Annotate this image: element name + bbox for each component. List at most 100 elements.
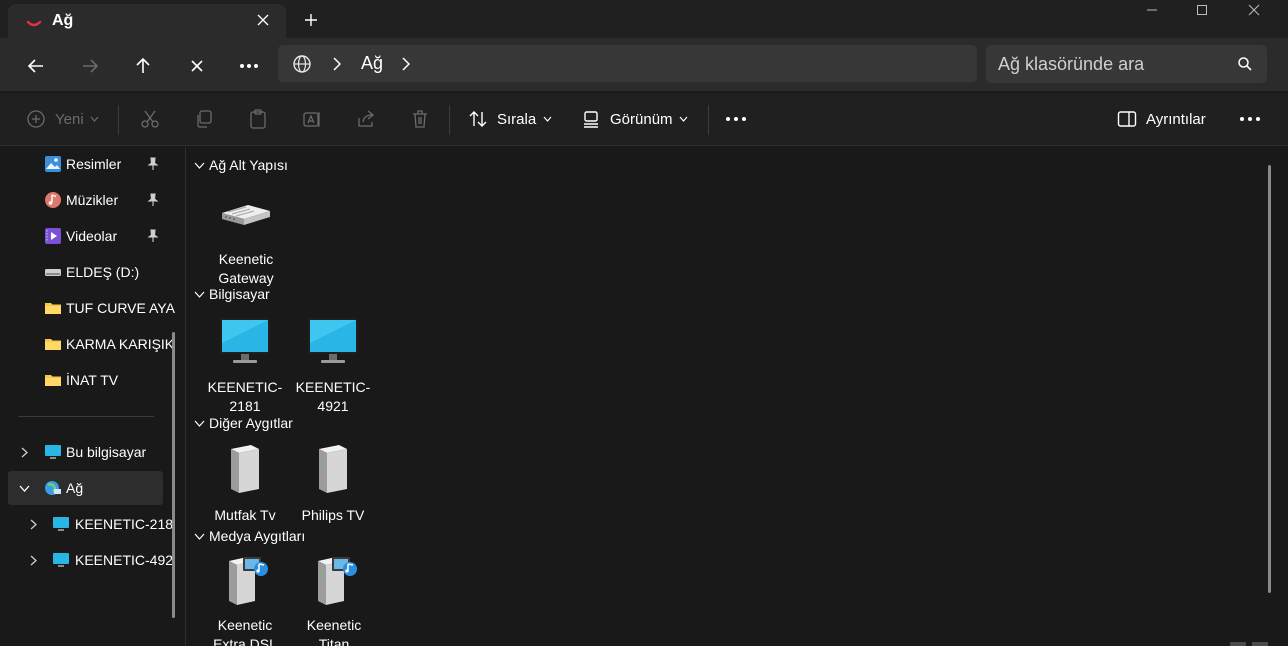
media-device-item[interactable]: Keenetic Extra DSL (202, 551, 288, 646)
sidebar-item-label: KARMA KARIŞIK (66, 336, 175, 352)
computer-item[interactable]: KEENETIC- 2181 (202, 313, 288, 416)
maximize-button[interactable] (1176, 0, 1228, 20)
share-button[interactable] (355, 103, 377, 135)
monitor-icon (220, 318, 270, 363)
sidebar-item-keenetic-492[interactable]: KEENETIC-492 (0, 543, 173, 577)
details-pane-button[interactable]: Ayrıntılar (1116, 103, 1206, 135)
chevron-right-icon[interactable] (27, 554, 39, 566)
sidebar-item-label: Ağ (66, 480, 84, 496)
view-mode-icon[interactable] (1230, 641, 1270, 646)
network-item[interactable]: Keenetic Gateway (203, 185, 289, 288)
maximize-icon (1197, 5, 1207, 15)
sidebar-item-folder[interactable]: TUF CURVE AYA (0, 291, 175, 325)
chevron-down-icon (193, 159, 205, 171)
separator (118, 105, 119, 135)
content-scrollbar[interactable] (1268, 165, 1271, 593)
sidebar-item-label: TUF CURVE AYA (66, 300, 175, 316)
sidebar-item-label: Bu bilgisayar (66, 444, 147, 460)
close-icon (191, 60, 203, 72)
forward-button[interactable] (74, 50, 106, 82)
sidebar-item-folder[interactable]: KARMA KARIŞIK (0, 327, 174, 361)
plus-circle-icon (25, 108, 47, 130)
minimize-icon (1147, 9, 1157, 11)
address-bar[interactable]: Ağ (278, 45, 977, 83)
sidebar-item-videos[interactable]: Videolar (0, 219, 164, 253)
chevron-down-icon[interactable] (18, 482, 30, 494)
search-icon[interactable] (1237, 56, 1253, 72)
more-icon (240, 64, 258, 68)
device-icon (319, 445, 347, 493)
arrow-right-icon (83, 59, 99, 73)
media-device-item[interactable]: Keenetic Titan (291, 551, 377, 646)
device-icon (231, 445, 259, 493)
group-header[interactable]: Bilgisayar (193, 284, 270, 304)
this-pc-icon (45, 445, 61, 459)
item-label: Philips TV (301, 507, 365, 523)
view-button[interactable]: Görünüm (580, 103, 689, 135)
item-label: Extra DSL (213, 636, 277, 646)
item-label: Keenetic (217, 617, 273, 633)
sidebar-item-drive-d[interactable]: ELDEŞ (D:) (0, 255, 164, 289)
sidebar-item-label: İNAT TV (66, 372, 119, 388)
paste-button[interactable] (247, 103, 269, 135)
minimize-button[interactable] (1126, 0, 1178, 20)
share-icon (355, 108, 377, 130)
sort-button[interactable]: Sırala (467, 103, 552, 135)
pin-icon[interactable] (146, 157, 160, 171)
breadcrumb-chevron-icon[interactable] (399, 56, 413, 72)
stop-button[interactable] (181, 50, 213, 82)
device-item[interactable]: Mutfak Tv (202, 441, 288, 525)
more-options-button[interactable] (1239, 103, 1261, 135)
sidebar-item-label: KEENETIC-492 (75, 552, 174, 568)
back-button[interactable] (20, 50, 52, 82)
new-label: Yeni (55, 110, 84, 128)
rename-button[interactable] (301, 103, 323, 135)
group-header[interactable]: Diğer Aygıtlar (193, 413, 293, 433)
group-header[interactable]: Medya Aygıtları (193, 526, 305, 546)
sidebar-item-network[interactable]: Ağ (8, 471, 163, 505)
computer-item[interactable]: KEENETIC- 4921 (290, 313, 376, 416)
sidebar-item-folder[interactable]: İNAT TV (0, 363, 164, 397)
more-nav-button[interactable] (233, 50, 265, 82)
tab-network[interactable]: Ağ (8, 4, 286, 38)
delete-button[interactable] (409, 103, 431, 135)
pictures-icon (45, 156, 61, 172)
breadcrumb-chevron-icon[interactable] (330, 56, 344, 72)
new-tab-button[interactable] (300, 9, 322, 31)
videos-icon (45, 228, 61, 244)
details-label: Ayrıntılar (1146, 110, 1206, 128)
item-label: Keenetic (218, 251, 274, 267)
file-list: Ağ Alt Yapısı Keenetic Gateway Bilgisaya… (186, 147, 1288, 646)
more-icon (1240, 117, 1260, 121)
breadcrumb-network[interactable]: Ağ (361, 53, 383, 74)
navigation-pane: Resimler Müzikler Videolar ELDEŞ (D:) TU… (0, 147, 186, 646)
copy-button[interactable] (193, 103, 215, 135)
arrow-up-icon (136, 57, 150, 73)
new-button[interactable]: Yeni (25, 103, 100, 135)
sidebar-scrollbar[interactable] (172, 332, 175, 618)
chevron-right-icon[interactable] (18, 446, 30, 458)
cut-button[interactable] (139, 103, 161, 135)
sidebar-item-pictures[interactable]: Resimler (0, 147, 164, 181)
drive-icon (45, 269, 61, 276)
chevron-right-icon[interactable] (27, 518, 39, 530)
sidebar-item-this-pc[interactable]: Bu bilgisayar (0, 435, 164, 469)
up-button[interactable] (127, 50, 159, 82)
sidebar-item-keenetic-218[interactable]: KEENETIC-218 (0, 507, 173, 541)
sort-label: Sırala (497, 110, 537, 128)
sidebar-item-music[interactable]: Müzikler (0, 183, 164, 217)
device-item[interactable]: Philips TV (290, 441, 376, 525)
item-label: KEENETIC- (207, 379, 283, 395)
more-commands-button[interactable] (725, 103, 747, 135)
pin-icon[interactable] (146, 229, 160, 243)
sidebar-item-label: KEENETIC-218 (75, 516, 174, 532)
separator (449, 105, 450, 135)
pin-icon[interactable] (146, 193, 160, 207)
search-input[interactable]: Ağ klasöründe ara (998, 54, 1144, 75)
chevron-down-icon (90, 114, 100, 124)
window-close-button[interactable] (1228, 0, 1280, 20)
search-box[interactable]: Ağ klasöründe ara (986, 45, 1267, 83)
tab-close-button[interactable] (252, 9, 274, 31)
group-header[interactable]: Ağ Alt Yapısı (193, 155, 288, 175)
sidebar-divider (18, 416, 154, 417)
